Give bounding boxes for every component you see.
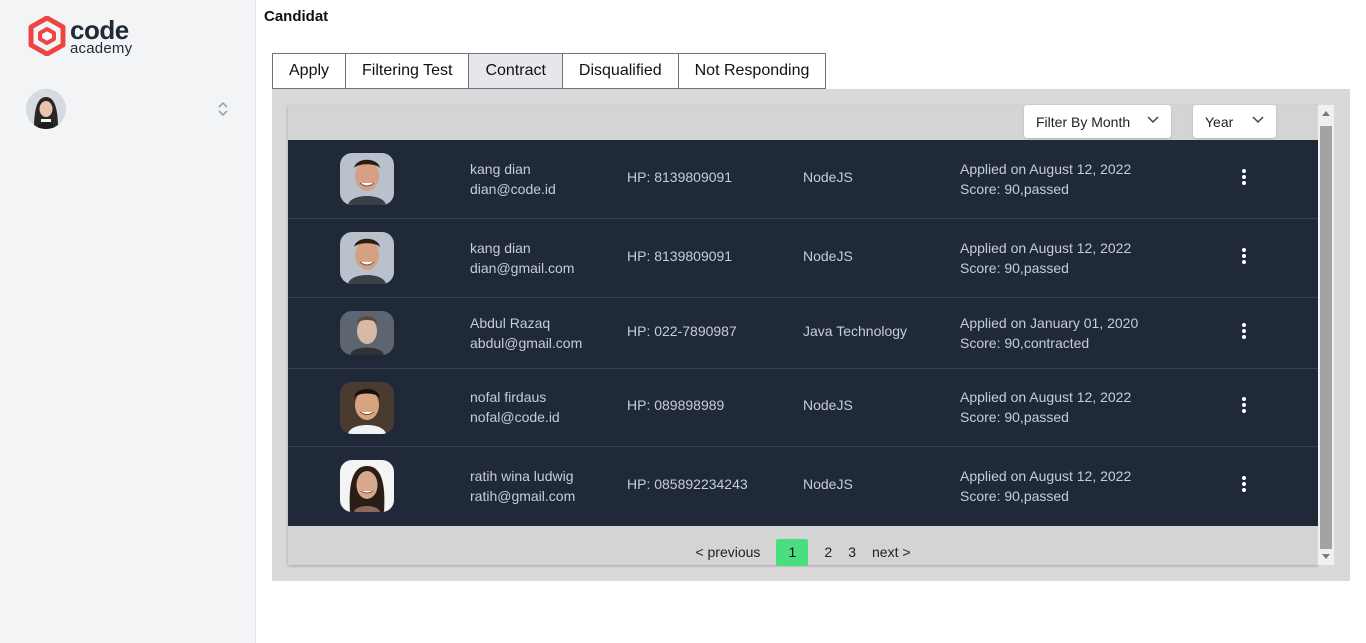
candidate-applied-date: Applied on August 12, 2022 <box>960 389 1132 405</box>
candidate-photo <box>340 232 394 284</box>
row-actions-kebab-icon[interactable] <box>1234 476 1254 496</box>
user-avatar <box>26 89 66 129</box>
candidate-photo <box>340 153 394 205</box>
candidate-name: ratih wina ludwig <box>470 468 574 484</box>
sidebar: code academy <box>0 0 256 643</box>
code-academy-logo-icon <box>28 16 66 56</box>
row-actions-kebab-icon[interactable] <box>1234 169 1254 189</box>
table-row: nofal firdaus nofal@code.id HP: 08989898… <box>288 369 1318 447</box>
candidate-applied-date: Applied on August 12, 2022 <box>960 240 1132 256</box>
scrollbar-thumb[interactable] <box>1320 126 1332 549</box>
row-actions-kebab-icon[interactable] <box>1234 323 1254 343</box>
candidate-table: kang dian dian@code.id HP: 8139809091 No… <box>288 140 1318 526</box>
candidate-score: Score: 90,contracted <box>960 335 1090 351</box>
candidate-email: abdul@gmail.com <box>470 335 583 351</box>
candidate-email: ratih@gmail.com <box>470 488 576 504</box>
table-row: kang dian dian@code.id HP: 8139809091 No… <box>288 140 1318 219</box>
chevron-down-icon <box>1147 116 1159 124</box>
candidate-applied-date: Applied on August 12, 2022 <box>960 468 1132 484</box>
filter-year-label: Year <box>1205 113 1234 130</box>
pagination-page-3[interactable]: 3 <box>848 544 856 560</box>
candidate-technology: NodeJS <box>803 476 853 492</box>
pagination-page-1[interactable]: 1 <box>776 538 809 566</box>
candidate-name: Abdul Razaq <box>470 315 551 331</box>
brand-logo[interactable]: code academy <box>28 16 132 56</box>
candidate-name: kang dian <box>470 240 531 256</box>
candidate-score: Score: 90,passed <box>960 181 1069 197</box>
filter-year-select[interactable]: Year <box>1193 105 1276 138</box>
tab-apply[interactable]: Apply <box>272 53 347 89</box>
brand-line1: code <box>70 14 129 45</box>
chevron-down-icon <box>1252 116 1264 124</box>
candidate-photo <box>340 311 394 355</box>
row-actions-kebab-icon[interactable] <box>1234 248 1254 268</box>
pagination-page-2[interactable]: 2 <box>824 544 832 560</box>
candidate-email: dian@code.id <box>470 181 556 197</box>
scroll-down-icon[interactable] <box>1322 554 1330 559</box>
candidate-card: Filter By Month Year kang dian dian@code… <box>288 105 1318 567</box>
filter-month-label: Filter By Month <box>1036 113 1131 130</box>
tab-not-responding[interactable]: Not Responding <box>677 53 827 89</box>
candidate-score: Score: 90,passed <box>960 260 1069 276</box>
candidate-applied-date: Applied on August 12, 2022 <box>960 161 1132 177</box>
table-row: ratih wina ludwig ratih@gmail.com HP: 08… <box>288 447 1318 526</box>
candidate-technology: NodeJS <box>803 169 853 185</box>
candidate-photo <box>340 382 394 434</box>
candidate-score: Score: 90,passed <box>960 409 1069 425</box>
pagination-next[interactable]: next > <box>872 544 911 560</box>
table-row: kang dian dian@gmail.com HP: 8139809091 … <box>288 219 1318 298</box>
candidate-phone: HP: 8139809091 <box>627 169 733 185</box>
page-title: Candidat <box>264 8 329 25</box>
pagination: < previous 1 2 3 next > <box>288 537 1318 567</box>
expand-collapse-icon <box>218 101 228 117</box>
pagination-previous[interactable]: < previous <box>695 544 760 560</box>
candidate-status-tabs: Apply Filtering Test Contract Disqualifi… <box>272 53 827 89</box>
filter-month-select[interactable]: Filter By Month <box>1024 105 1171 138</box>
scroll-up-icon[interactable] <box>1322 111 1330 116</box>
candidate-technology: NodeJS <box>803 248 853 264</box>
user-switcher[interactable] <box>26 89 230 129</box>
candidate-name: kang dian <box>470 161 531 177</box>
candidate-technology: Java Technology <box>803 323 908 339</box>
candidate-phone: HP: 085892234243 <box>627 476 748 492</box>
row-actions-kebab-icon[interactable] <box>1234 397 1254 417</box>
candidate-email: dian@gmail.com <box>470 260 575 276</box>
candidate-phone: HP: 8139809091 <box>627 248 733 264</box>
candidate-applied-date: Applied on January 01, 2020 <box>960 315 1139 331</box>
tab-disqualified[interactable]: Disqualified <box>561 53 679 89</box>
vertical-scrollbar[interactable] <box>1318 105 1334 565</box>
candidate-phone: HP: 022-7890987 <box>627 323 737 339</box>
candidate-technology: NodeJS <box>803 397 853 413</box>
content-panel: Filter By Month Year kang dian dian@code… <box>272 89 1350 581</box>
tab-filtering-test[interactable]: Filtering Test <box>345 53 470 89</box>
table-row: Abdul Razaq abdul@gmail.com HP: 022-7890… <box>288 298 1318 369</box>
tab-contract[interactable]: Contract <box>468 53 563 89</box>
candidate-name: nofal firdaus <box>470 389 547 405</box>
candidate-email: nofal@code.id <box>470 409 560 425</box>
candidate-phone: HP: 089898989 <box>627 397 725 413</box>
candidate-score: Score: 90,passed <box>960 488 1069 504</box>
brand-line2: academy <box>70 39 133 57</box>
candidate-photo <box>340 460 394 512</box>
